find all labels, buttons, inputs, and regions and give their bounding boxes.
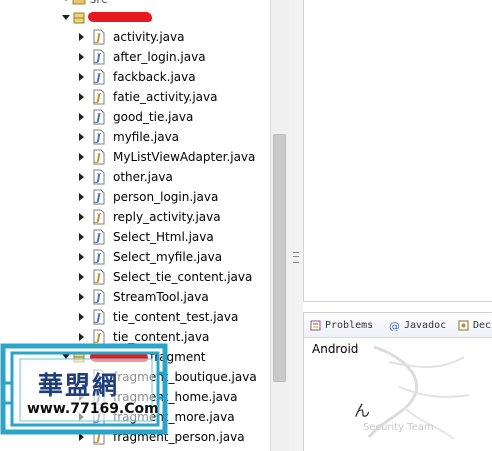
problems-icon — [310, 320, 321, 331]
java-file-row[interactable]: Jreply_activity.java — [0, 207, 270, 227]
stamp-url: www.77169.Com — [27, 401, 159, 417]
expand-arrow-icon[interactable] — [79, 133, 84, 141]
expand-arrow-icon[interactable] — [79, 313, 84, 321]
java-file-row[interactable]: J Select_myfile.java — [0, 247, 270, 267]
java-file-icon: J — [91, 169, 105, 185]
bottom-panel: Problems @ Javadoc Dec Android ん Securit… — [303, 312, 492, 451]
java-file-icon: J — [91, 69, 105, 85]
expand-arrow-icon[interactable] — [79, 73, 84, 81]
java-file-row[interactable]: J Select_tie_content.java — [0, 267, 270, 287]
java-file-icon: J — [91, 49, 105, 65]
java-file-label: tie_content_test.java — [113, 310, 239, 324]
java-file-label: person_login.java — [113, 190, 219, 204]
java-file-row[interactable]: Jother.java — [0, 167, 270, 187]
java-file-label: StreamTool.java — [113, 290, 209, 304]
java-file-row[interactable]: Jmyfile.java — [0, 127, 270, 147]
expand-arrow-icon[interactable] — [79, 333, 84, 341]
java-file-icon: J — [91, 269, 105, 285]
java-file-row[interactable]: J StreamTool.java — [0, 287, 270, 307]
java-file-icon: J — [91, 129, 105, 145]
watermark-glyph: ん — [354, 401, 371, 420]
collapse-arrow-icon[interactable] — [62, 0, 70, 1]
java-file-icon: J — [91, 309, 105, 325]
java-file-icon: J — [91, 89, 105, 105]
java-file-row[interactable]: Jactivity.java — [0, 27, 270, 47]
expand-arrow-icon[interactable] — [79, 193, 84, 201]
java-file-icon: J — [91, 149, 105, 165]
expand-arrow-icon[interactable] — [79, 173, 84, 181]
java-file-icon: J — [91, 29, 105, 45]
java-file-icon: J — [91, 229, 105, 245]
expand-arrow-icon[interactable] — [79, 33, 84, 41]
expand-arrow-icon[interactable] — [79, 93, 84, 101]
stamp-title: 華盟網 — [38, 371, 120, 400]
java-file-row[interactable]: Jfackback.java — [0, 67, 270, 87]
java-file-icon: J — [91, 109, 105, 125]
java-file-label: fackback.java — [113, 70, 196, 84]
expand-arrow-icon[interactable] — [79, 153, 84, 161]
java-file-label: Select_myfile.java — [113, 250, 223, 264]
java-file-icon: J — [91, 249, 105, 265]
watermark-team-text: Security Team — [363, 422, 434, 433]
java-file-row[interactable]: Jperson_login.java — [0, 187, 270, 207]
java-file-label: Select_tie_content.java — [113, 270, 253, 284]
sash-grip-icon[interactable] — [293, 252, 299, 263]
java-file-label: reply_activity.java — [113, 210, 221, 224]
java-file-label: good_tie.java — [113, 110, 194, 124]
java-file-label: after_login.java — [113, 50, 206, 64]
view-sash[interactable] — [289, 0, 303, 451]
java-file-row[interactable]: Jafter_login.java — [0, 47, 270, 67]
java-file-label: activity.java — [113, 30, 185, 44]
editor-area[interactable] — [303, 0, 492, 302]
java-file-row[interactable]: J MyListViewAdapter.java — [0, 147, 270, 167]
expand-arrow-icon[interactable] — [79, 233, 84, 241]
java-file-label: Select_Html.java — [113, 230, 214, 244]
java-file-label: myfile.java — [113, 130, 180, 144]
java-file-row[interactable]: Jtie_content_test.java — [0, 307, 270, 327]
java-file-label: fatie_activity.java — [113, 90, 218, 104]
expand-arrow-icon[interactable] — [79, 53, 84, 61]
expand-arrow-icon[interactable] — [79, 273, 84, 281]
java-file-label: other.java — [113, 170, 173, 184]
java-file-icon: J — [91, 209, 105, 225]
collapse-arrow-icon[interactable] — [62, 15, 70, 20]
expand-arrow-icon[interactable] — [79, 113, 84, 121]
scrollbar-thumb[interactable] — [273, 134, 286, 382]
java-file-label: MyListViewAdapter.java — [113, 150, 256, 164]
java-file-row[interactable]: Jfatie_activity.java — [0, 87, 270, 107]
tree-row-package[interactable] — [0, 8, 270, 28]
java-file-icon: J — [91, 289, 105, 305]
java-file-icon: J — [91, 189, 105, 205]
redacted-package-name — [88, 12, 152, 22]
tree-root-label: src — [90, 0, 108, 7]
tree-vertical-scrollbar[interactable] — [270, 0, 289, 451]
java-file-row[interactable]: J Select_Html.java — [0, 227, 270, 247]
expand-arrow-icon[interactable] — [79, 213, 84, 221]
source-folder-icon — [72, 0, 86, 6]
expand-arrow-icon[interactable] — [79, 293, 84, 301]
java-file-row[interactable]: Jgood_tie.java — [0, 107, 270, 127]
package-icon — [72, 11, 86, 25]
expand-arrow-icon[interactable] — [79, 253, 84, 261]
